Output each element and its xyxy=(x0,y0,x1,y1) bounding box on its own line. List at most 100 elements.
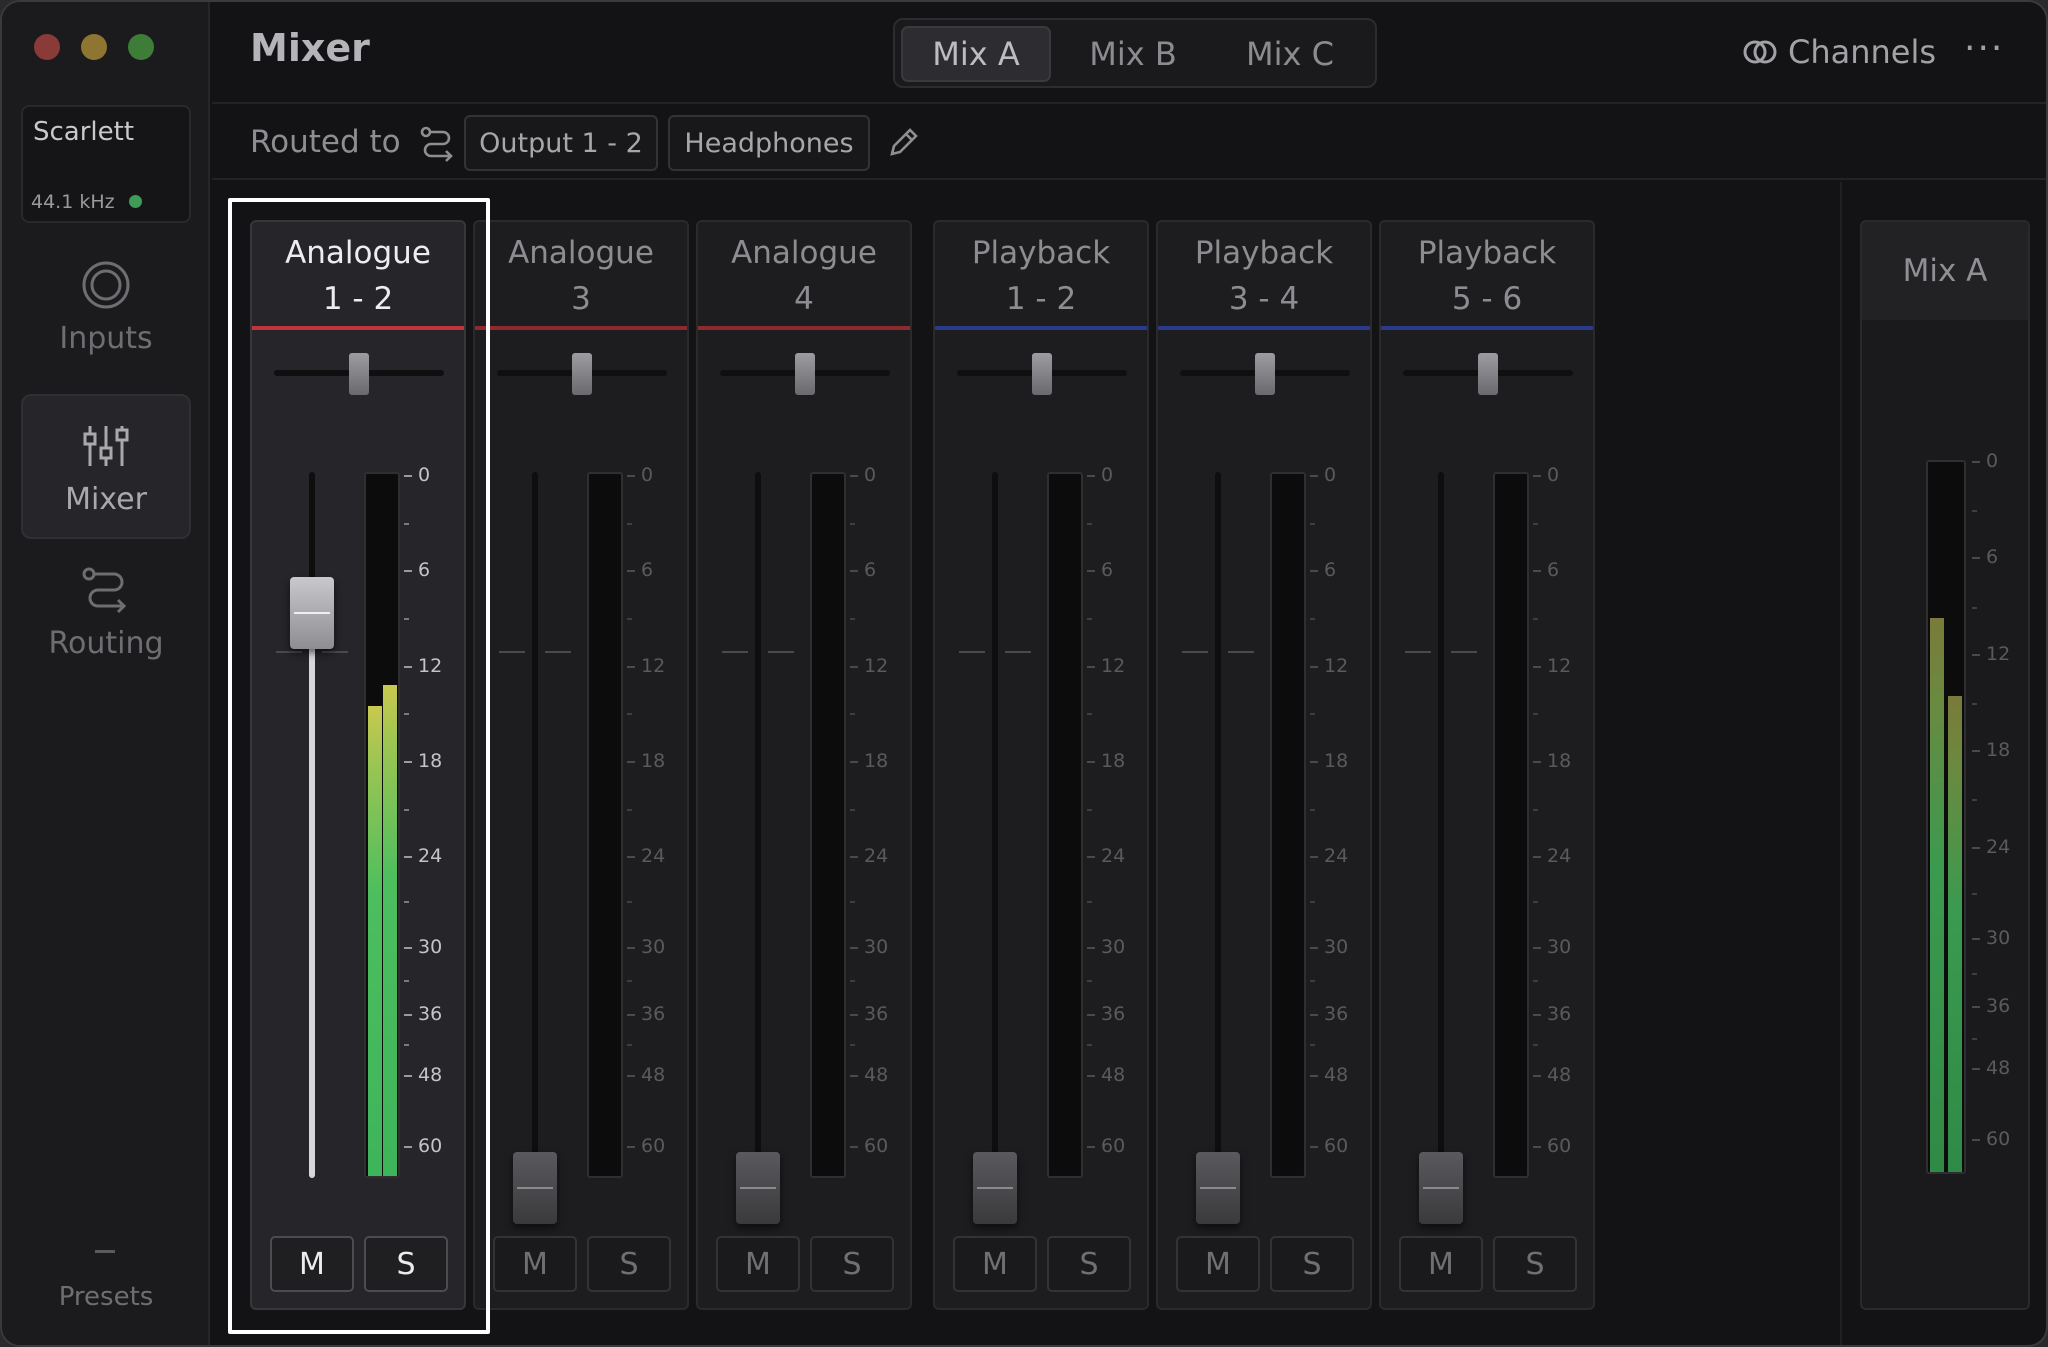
fader-track[interactable] xyxy=(992,472,998,1178)
fader-handle[interactable] xyxy=(973,1152,1017,1224)
tab-mix-a[interactable]: Mix A xyxy=(901,26,1051,82)
meter-scale: 0 6 12 18 24 30 36 48 60 xyxy=(850,464,910,1178)
meter-bar-r xyxy=(383,684,397,1176)
meter-scale-label: 60 xyxy=(864,1134,889,1157)
channel-strip: Playback 1 - 2 0 6 12 18 24 30 36 48 60 M S xyxy=(933,220,1149,1310)
meter-scale-label: 0 xyxy=(864,464,877,486)
channel-name[interactable]: Analogue 3 xyxy=(475,222,687,330)
meter-scale-label: 60 xyxy=(1324,1134,1349,1157)
channel-name-line2: 5 - 6 xyxy=(1451,281,1523,317)
solo-button[interactable]: S xyxy=(587,1236,671,1292)
solo-button[interactable]: S xyxy=(810,1236,894,1292)
meter-scale-label: 0 xyxy=(641,464,654,486)
unity-mark xyxy=(322,651,348,653)
mix-minor-tick xyxy=(1972,893,1977,896)
channel-name[interactable]: Analogue 4 xyxy=(698,222,910,330)
channel-strip: Analogue 3 0 6 12 18 24 30 36 48 60 M S xyxy=(473,220,689,1310)
meter-scale-label: 12 xyxy=(864,654,889,677)
mute-button[interactable]: M xyxy=(716,1236,800,1292)
route-output-chip[interactable]: Output 1 - 2 xyxy=(464,115,658,171)
meter-scale-label: 0 xyxy=(1324,464,1337,486)
route-headphones-chip[interactable]: Headphones xyxy=(668,115,870,171)
mute-button[interactable]: M xyxy=(493,1236,577,1292)
mute-button[interactable]: M xyxy=(1176,1236,1260,1292)
channel-name-line1: Playback xyxy=(1194,235,1334,271)
channel-color-bar xyxy=(1158,326,1370,330)
meter-minor-tick xyxy=(404,901,409,904)
mix-scale-label: 6 xyxy=(1986,546,1999,569)
window-minimize-button[interactable] xyxy=(81,34,107,60)
fader-handle[interactable] xyxy=(513,1152,557,1224)
meter-minor-tick xyxy=(1310,980,1315,983)
mix-scale-label: 12 xyxy=(1986,642,2011,665)
unity-mark xyxy=(1005,651,1031,653)
meter-scale-label: 6 xyxy=(641,559,654,582)
tab-mix-c[interactable]: Mix C xyxy=(1215,26,1365,82)
sidebar-item-inputs[interactable]: Inputs xyxy=(21,255,191,400)
fader-handle[interactable] xyxy=(1419,1152,1463,1224)
meter-minor-tick xyxy=(1533,808,1538,811)
meter-scale-label: 60 xyxy=(418,1134,443,1157)
meter-scale: 0 6 12 18 24 30 36 48 60 xyxy=(404,464,464,1178)
meter-scale-label: 6 xyxy=(1547,559,1560,582)
meter-minor-tick xyxy=(404,713,409,716)
mute-button[interactable]: M xyxy=(953,1236,1037,1292)
level-meter xyxy=(1493,472,1529,1178)
mix-minor-tick xyxy=(1972,799,1977,802)
fader-handle[interactable] xyxy=(290,577,334,650)
meter-minor-tick xyxy=(404,617,409,620)
fader-track[interactable] xyxy=(755,472,761,1178)
presets-button[interactable]: Presets xyxy=(2,1282,210,1312)
window-close-button[interactable] xyxy=(34,34,60,60)
sidebar-item-mixer[interactable]: Mixer xyxy=(21,394,191,539)
device-name: Scarlett xyxy=(33,117,135,147)
device-card[interactable]: Scarlett 44.1 kHz xyxy=(21,105,191,223)
pan-knob[interactable] xyxy=(572,353,592,395)
mute-button[interactable]: M xyxy=(1399,1236,1483,1292)
more-options-button[interactable]: ··· xyxy=(1964,28,2004,69)
solo-button[interactable]: S xyxy=(1493,1236,1577,1292)
mix-meter-bar-l xyxy=(1930,618,1944,1172)
pan-knob[interactable] xyxy=(349,353,369,395)
solo-button[interactable]: S xyxy=(364,1236,448,1292)
channel-name[interactable]: Playback 5 - 6 xyxy=(1381,222,1593,330)
meter-minor-tick xyxy=(1310,617,1315,620)
channel-name-line2: 1 - 2 xyxy=(1005,281,1077,317)
pan-knob[interactable] xyxy=(1255,353,1275,395)
fader-track[interactable] xyxy=(1215,472,1221,1178)
fader-handle[interactable] xyxy=(1196,1152,1240,1224)
pan-knob[interactable] xyxy=(1032,353,1052,395)
channel-name[interactable]: Playback 1 - 2 xyxy=(935,222,1147,330)
mute-button[interactable]: M xyxy=(270,1236,354,1292)
meter-minor-tick xyxy=(1533,901,1538,904)
channels-button[interactable]: Channels xyxy=(1742,30,1936,74)
meter-scale-label: 24 xyxy=(418,845,443,868)
mix-master-scale: 0 6 12 18 24 30 36 48 60 xyxy=(1972,450,2028,1174)
window-maximize-button[interactable] xyxy=(128,34,154,60)
fader-handle[interactable] xyxy=(736,1152,780,1224)
fader-track[interactable] xyxy=(532,472,538,1178)
mix-minor-tick xyxy=(1972,972,1977,975)
pan-knob[interactable] xyxy=(795,353,815,395)
meter-minor-tick xyxy=(1087,617,1092,620)
tab-mix-b[interactable]: Mix B xyxy=(1058,26,1208,82)
edit-pencil-icon[interactable] xyxy=(884,124,922,162)
sidebar-item-routing[interactable]: Routing xyxy=(21,560,191,705)
fader-track[interactable] xyxy=(1438,472,1444,1178)
mix-scale-label: 36 xyxy=(1986,994,2011,1017)
solo-button[interactable]: S xyxy=(1047,1236,1131,1292)
meter-scale-label: 18 xyxy=(1101,749,1126,772)
pan-knob[interactable] xyxy=(1478,353,1498,395)
solo-button[interactable]: S xyxy=(1270,1236,1354,1292)
meter-minor-tick xyxy=(1087,1044,1092,1047)
meter-scale-label: 12 xyxy=(641,654,666,677)
meter-minor-tick xyxy=(1533,522,1538,525)
meter-scale-label: 0 xyxy=(418,464,431,486)
channel-name[interactable]: Analogue 1 - 2 xyxy=(252,222,464,330)
meter-scale-label: 36 xyxy=(1547,1002,1572,1025)
meter-scale-label: 24 xyxy=(1101,845,1126,868)
meter-minor-tick xyxy=(1533,713,1538,716)
channel-name[interactable]: Playback 3 - 4 xyxy=(1158,222,1370,330)
mix-scale-label: 48 xyxy=(1986,1056,2011,1079)
unity-mark xyxy=(545,651,571,653)
